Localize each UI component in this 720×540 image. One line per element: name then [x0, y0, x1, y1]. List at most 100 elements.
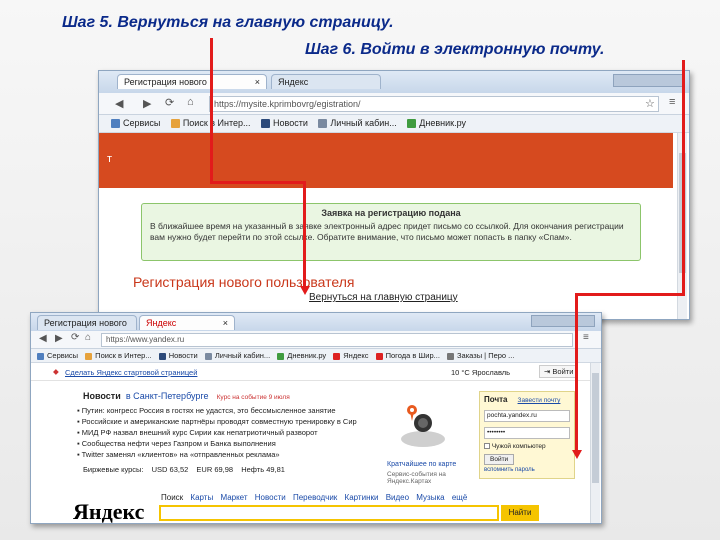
tab-yandex[interactable]: Яндекс × — [139, 315, 235, 330]
bookmark-label: Погода в Шир... — [385, 351, 440, 360]
step6-arrow-vertical-2 — [575, 293, 578, 450]
back-to-main-link[interactable]: Вернуться на главную страницу — [309, 292, 458, 303]
bookmark-news[interactable]: Новости — [261, 118, 308, 129]
news-item[interactable]: ▪ Российские и американские партнёры про… — [77, 416, 357, 427]
bookmark-icon — [447, 352, 455, 360]
password-input[interactable]: •••••••• — [484, 427, 570, 439]
tab-label: Регистрация нового — [44, 318, 127, 328]
window-controls[interactable] — [531, 315, 595, 327]
news-list: ▪ Путин: конгресс Россия в гостях не уда… — [77, 405, 357, 460]
map-widget[interactable] — [383, 401, 463, 461]
home-icon[interactable]: ⌂ — [187, 96, 194, 108]
bookmark-label: Сервисы — [123, 118, 161, 128]
bookmark-weather[interactable]: Погода в Шир... — [375, 351, 440, 360]
search-tab[interactable]: Маркет — [220, 493, 247, 502]
search-tab[interactable]: Поиск — [161, 493, 183, 502]
success-message: Заявка на регистрацию подана В ближайшее… — [141, 203, 641, 261]
map-subcaption: Сервис-события на Яндекс.Картах — [387, 471, 446, 485]
mail-header: Почта Завести почту — [484, 395, 570, 404]
menu-icon[interactable]: ≡ — [583, 332, 589, 343]
map-pin-icon — [401, 405, 445, 447]
reload-icon[interactable]: ⟳ — [165, 96, 174, 109]
forward-arrow-icon[interactable]: ▶ — [143, 97, 151, 110]
url-field[interactable]: https://www.yandex.ru — [101, 333, 573, 347]
search-tab[interactable]: Музыка — [416, 493, 444, 502]
forward-arrow-icon[interactable]: ▶ — [55, 333, 63, 344]
banner-letter: т — [107, 153, 113, 165]
tab-label: Яндекс — [278, 77, 309, 87]
tab-label: Яндекс — [146, 318, 177, 328]
news-item[interactable]: ▪ Путин: конгресс Россия в гостях не уда… — [77, 405, 357, 416]
reload-icon[interactable]: ⟳ — [71, 332, 79, 343]
news-item-text: МИД РФ назвал внешний курс Сирии как неп… — [81, 428, 318, 437]
bookmark-account[interactable]: Личный кабин... — [204, 351, 270, 360]
bookmark-search[interactable]: Поиск в Интер... — [85, 351, 152, 360]
search-tab[interactable]: Карты — [190, 493, 213, 502]
bookmark-services[interactable]: Сервисы — [37, 351, 78, 360]
bookmark-dnevnik[interactable]: Дневник.ру — [407, 118, 466, 129]
back-arrow-icon[interactable]: ◀ — [39, 333, 47, 344]
search-input[interactable] — [159, 505, 499, 521]
bookmark-news[interactable]: Новости — [158, 351, 198, 360]
bookmark-label: Новости — [168, 351, 198, 360]
step6-heading: Шаг 6. Войти в электронную почту. — [305, 41, 605, 58]
map-caption[interactable]: Кратчайшее по карте — [387, 461, 456, 468]
bookmark-yandex[interactable]: Яндекс — [333, 351, 369, 360]
news-item-text: Twitter заменял «клиентов» на «отправлен… — [81, 450, 280, 459]
orange-banner: т — [99, 133, 673, 188]
remember-row: Чужой компьютер — [484, 443, 570, 450]
step6-arrowhead-icon — [571, 450, 582, 459]
bookmark-orders[interactable]: Заказы | Перо ... — [447, 351, 514, 360]
search-button[interactable]: Найти — [501, 505, 539, 521]
make-home-link[interactable]: Сделать Яндекс стартовой страницей — [65, 368, 197, 377]
search-tab[interactable]: Переводчик — [293, 493, 337, 502]
menu-icon[interactable]: ≡ — [669, 96, 675, 108]
window-controls[interactable] — [613, 74, 683, 87]
tab-yandex[interactable]: Яндекс — [271, 74, 381, 89]
bookmark-dnevnik[interactable]: Дневник.ру — [277, 351, 326, 360]
search-tab[interactable]: Видео — [386, 493, 409, 502]
remember-label: Чужой компьютер — [491, 443, 546, 450]
mail-submit-button[interactable]: Войти — [484, 454, 515, 465]
rate-eur[interactable]: EUR 69,98 — [196, 465, 233, 474]
yandex-logo[interactable]: Яндекс — [73, 499, 144, 523]
bookmark-icon — [85, 352, 93, 360]
remember-checkbox[interactable] — [484, 443, 490, 450]
bookmark-account[interactable]: Личный кабин... — [318, 118, 397, 129]
search-tab[interactable]: Новости — [255, 493, 286, 502]
tab-registration[interactable]: Регистрация нового × — [117, 74, 267, 89]
url-field[interactable]: https://mysite.kprimbovrg/egistration/ — [209, 96, 659, 112]
login-input[interactable]: pochta.yandex.ru — [484, 410, 570, 422]
news-date: Курс на событие 9 июля — [216, 394, 290, 401]
news-item[interactable]: ▪ Сообщества нефти через Газпром и Банка… — [77, 438, 357, 449]
rate-oil[interactable]: Нефть 49,81 — [241, 465, 285, 474]
scrollbar[interactable] — [590, 363, 600, 523]
search-tab[interactable]: Картинки — [345, 493, 379, 502]
close-icon[interactable]: × — [255, 77, 260, 87]
scrollbar-thumb[interactable] — [592, 373, 599, 483]
step5-arrow-horizontal — [210, 181, 306, 184]
tab-label: Регистрация нового — [124, 77, 207, 87]
login-button[interactable]: ⇥ Войти — [539, 365, 579, 378]
news-tab[interactable]: Новости — [83, 391, 121, 401]
bookmark-icon — [277, 352, 285, 360]
bookmark-services[interactable]: Сервисы — [111, 118, 161, 129]
rate-usd[interactable]: USD 63,52 — [152, 465, 189, 474]
success-title: Заявка на регистрацию подана — [321, 208, 461, 218]
star-icon[interactable]: ☆ — [645, 97, 655, 110]
close-icon[interactable]: × — [223, 318, 228, 328]
search-tab[interactable]: ещё — [452, 493, 467, 502]
forgot-password-link[interactable]: вспомнить пароль — [484, 467, 570, 473]
news-item[interactable]: ▪ Twitter заменял «клиентов» на «отправл… — [77, 449, 357, 460]
home-icon[interactable]: ⌂ — [85, 332, 91, 343]
step6-arrow-horizontal — [575, 293, 685, 296]
rates-row: Биржевые курсы: USD 63,52 EUR 69,98 Нефт… — [83, 465, 285, 474]
news-region-tab[interactable]: в Санкт-Петербурге — [126, 391, 209, 401]
weather-text[interactable]: 10 °С Ярославль — [451, 368, 510, 377]
news-item[interactable]: ▪ МИД РФ назвал внешний курс Сирии как н… — [77, 427, 357, 438]
tab-registration[interactable]: Регистрация нового — [37, 315, 137, 330]
back-arrow-icon[interactable]: ◀ — [115, 97, 123, 110]
bookmark-icon — [261, 119, 271, 129]
mail-title[interactable]: Почта — [484, 395, 507, 404]
create-mail-link[interactable]: Завести почту — [518, 397, 561, 404]
